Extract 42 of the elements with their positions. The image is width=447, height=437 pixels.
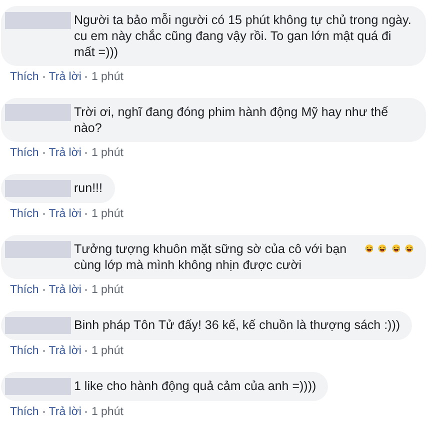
comment-text: Binh pháp Tôn Tử đấy! 36 kế, kế chuồn là thượng sách :))) (74, 317, 400, 333)
timestamp-link[interactable]: 1 phút (91, 405, 124, 419)
comment-text: Trời ơi, nghĩ đang đóng phim hành động Mỹ hay như thế nào? (74, 104, 390, 136)
comment-text: Người ta bảo mỗi người có 15 phút không tự chủ trong ngày. cu em này chắc cũng đang vậy rồi. To gan lớn mật quá đi mất =))) (74, 12, 412, 60)
timestamp-link[interactable]: 1 phút (91, 146, 124, 160)
separator-dot (85, 76, 88, 78)
action-link[interactable]: Trả lời (48, 146, 82, 160)
timestamp-link[interactable]: 1 phút (91, 207, 124, 221)
name-redaction (5, 317, 71, 334)
comment-text: 1 like cho hành động quả cảm của anh =)))) (74, 378, 316, 394)
timestamp-link[interactable]: 1 phút (91, 283, 124, 297)
name-redaction (5, 180, 71, 197)
separator-dot (42, 411, 45, 413)
name-redaction (5, 378, 71, 395)
timestamp-link[interactable]: 1 phút (91, 344, 124, 358)
comment-text: run!!! (74, 180, 102, 196)
action-link[interactable]: Trả lời (48, 344, 82, 358)
separator-dot (42, 289, 45, 291)
name-redaction (5, 12, 71, 29)
action-link[interactable]: Thích (10, 344, 39, 358)
action-link[interactable]: Thích (10, 405, 39, 419)
name-redaction (5, 104, 71, 121)
separator-dot (85, 289, 88, 291)
action-link[interactable]: Thích (10, 207, 39, 221)
separator-dot (42, 152, 45, 154)
separator-dot (42, 76, 45, 78)
separator-dot (42, 350, 45, 352)
separator-dot (42, 213, 45, 215)
action-link[interactable]: Thích (10, 283, 39, 297)
action-link[interactable]: Trả lời (48, 207, 82, 221)
action-link[interactable]: Trả lời (48, 283, 82, 297)
separator-dot (85, 411, 88, 413)
timestamp-link[interactable]: 1 phút (91, 70, 124, 84)
comment-text: Tưởng tượng khuôn mặt sững sờ của cô với bạn cùng lớp mà mình không nhịn được cười (74, 241, 348, 273)
separator-dot (85, 213, 88, 215)
action-link[interactable]: Trả lời (48, 70, 82, 84)
separator-dot (85, 350, 88, 352)
name-redaction (5, 241, 71, 258)
action-link[interactable]: Trả lời (48, 405, 82, 419)
action-link[interactable]: Thích (10, 70, 39, 84)
separator-dot (85, 152, 88, 154)
action-link[interactable]: Thích (10, 146, 39, 160)
